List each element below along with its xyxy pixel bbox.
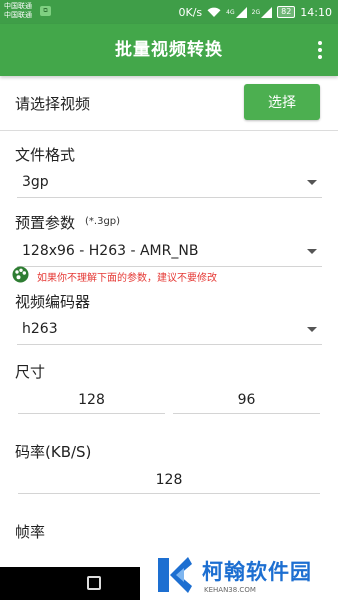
select-video-label: 请选择视频 <box>15 95 91 113</box>
dropdown-arrow-icon <box>307 327 317 332</box>
select-button[interactable]: 选择 <box>244 84 320 120</box>
watermark-logo-icon <box>154 554 194 600</box>
page-title: 批量视频转换 <box>115 40 223 60</box>
size-label: 尺寸 <box>15 363 46 381</box>
file-format-label: 文件格式 <box>15 146 76 164</box>
notification-icon: ⧉ <box>40 6 51 16</box>
status-indicators: 0K/s 4G 2G 82 14:10 <box>179 4 332 20</box>
signal-icon-2: 2G <box>251 6 273 18</box>
network-speed: 0K/s <box>178 5 203 19</box>
preset-hint: (*.3gp) <box>85 216 121 227</box>
warning-message: 如果你不理解下面的参数，建议不要修改 <box>12 266 217 287</box>
wifi-icon <box>207 7 221 18</box>
warning-text: 如果你不理解下面的参数，建议不要修改 <box>37 272 217 284</box>
preset-value: 128x96 - H263 - AMR_NB <box>22 243 199 259</box>
signal-label-2: 2G <box>251 8 261 16</box>
watermark-domain: KEHAN38.COM <box>204 586 256 594</box>
carrier-info: 中国联通 中国联通 <box>4 2 32 20</box>
video-encoder-dropdown[interactable]: h263 <box>17 315 322 345</box>
preset-dropdown[interactable]: 128x96 - H263 - AMR_NB <box>17 237 322 267</box>
carrier-line-1: 中国联通 <box>4 2 32 10</box>
width-input[interactable]: 128 <box>18 390 165 414</box>
frame-rate-label: 帧率 <box>15 523 46 541</box>
select-video-row: 请选择视频 选择 <box>0 76 338 131</box>
watermark: 柯翰软件园 KEHAN38.COM <box>140 549 338 600</box>
more-vert-icon[interactable] <box>310 36 330 64</box>
dropdown-arrow-icon <box>307 180 317 185</box>
file-format-dropdown[interactable]: 3gp <box>17 168 322 198</box>
status-bar: 中国联通 中国联通 ⧉ 0K/s 4G 2G 82 14:10 <box>0 0 338 24</box>
recent-apps-icon[interactable] <box>87 576 101 590</box>
file-format-value: 3gp <box>22 174 49 190</box>
bitrate-input[interactable]: 128 <box>18 470 320 494</box>
video-encoder-value: h263 <box>22 321 58 337</box>
dropdown-arrow-icon <box>307 249 317 254</box>
battery-icon: 82 <box>277 6 296 18</box>
preset-label: 预置参数 <box>15 214 76 232</box>
bitrate-label: 码率(KB/S) <box>15 443 92 461</box>
app-bar: 批量视频转换 <box>0 24 338 76</box>
carrier-line-2: 中国联通 <box>4 11 32 19</box>
height-input[interactable]: 96 <box>173 390 320 414</box>
palette-icon <box>12 266 29 287</box>
signal-icon: 4G <box>226 6 247 18</box>
signal-label-1: 4G <box>226 8 235 16</box>
clock: 14:10 <box>300 5 332 19</box>
video-encoder-label: 视频编码器 <box>15 293 91 311</box>
watermark-name: 柯翰软件园 <box>202 560 312 584</box>
